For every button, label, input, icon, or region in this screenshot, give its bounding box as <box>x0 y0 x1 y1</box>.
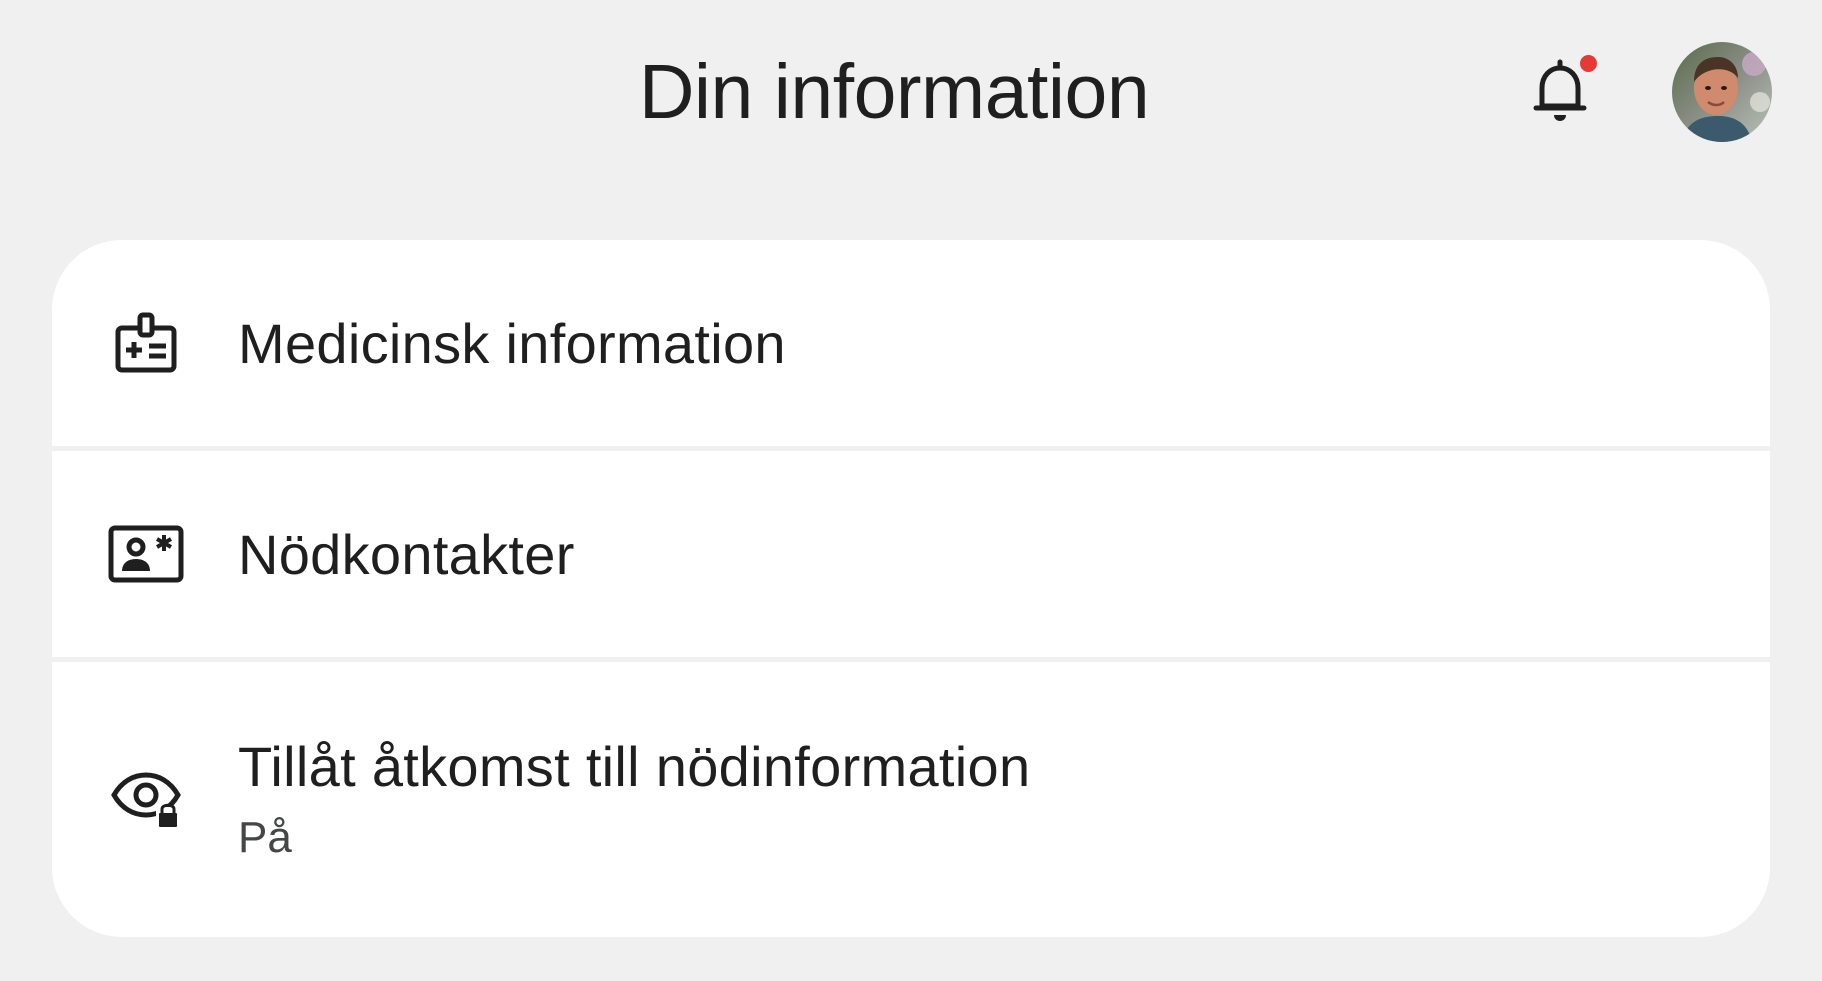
list-item-medical-information[interactable]: Medicinsk information <box>52 240 1770 446</box>
list-item-emergency-info-access[interactable]: Tillåt åtkomst till nödinformation På <box>52 662 1770 935</box>
screen: Din information Medicinsk information Nö… <box>0 0 1822 981</box>
bell-icon <box>1532 58 1588 129</box>
emergency-contact-card-icon <box>108 516 184 592</box>
notification-badge-dot <box>1580 55 1597 72</box>
medical-id-badge-icon <box>108 305 184 381</box>
list-item-emergency-contacts[interactable]: Nödkontakter <box>52 451 1770 657</box>
app-header: Din information <box>0 0 1822 190</box>
list-item-label: Medicinsk information <box>238 311 786 375</box>
settings-card: Medicinsk information Nödkontakter Tillå… <box>52 240 1770 937</box>
notifications-button[interactable] <box>1522 55 1598 131</box>
list-item-label: Tillåt åtkomst till nödinformation <box>238 735 1031 798</box>
avatar[interactable] <box>1672 42 1772 142</box>
eye-lock-icon <box>108 761 184 837</box>
list-item-status: På <box>238 813 292 862</box>
page-title: Din information <box>638 49 1150 135</box>
list-item-label: Nödkontakter <box>238 522 575 586</box>
